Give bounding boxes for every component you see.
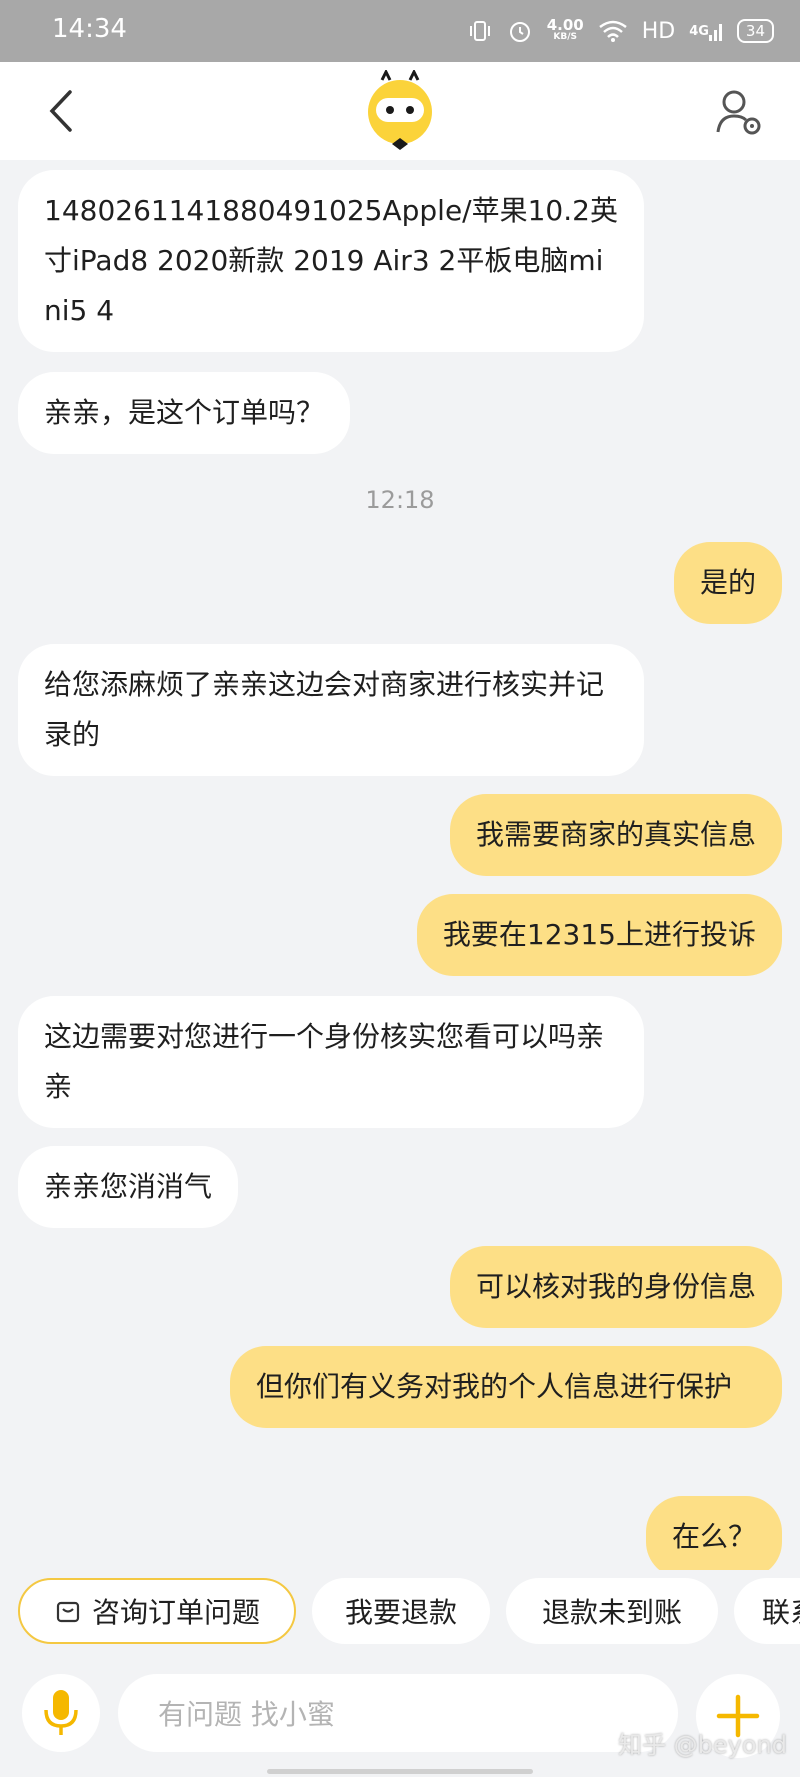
chevron-left-icon — [49, 90, 72, 132]
microphone-icon — [44, 1690, 78, 1735]
quick-reply-bar[interactable]: 咨询订单问题 我要退款 退款未到账 联系 — [0, 1574, 800, 1650]
alarm-icon — [507, 18, 533, 44]
net-speed: 4.00 KB/S — [546, 16, 584, 43]
agent-message-bubble: 亲亲，是这个订单吗？ — [18, 372, 351, 454]
user-message-bubble: 我需要商家的真实信息 — [449, 794, 782, 876]
user-message-bubble: 但你们有义务对我的个人信息进行保护 — [230, 1346, 782, 1428]
signal-icon — [708, 24, 722, 41]
chip-label: 咨询订单问题 — [91, 1596, 260, 1629]
user-message-bubble: 在么？ — [645, 1496, 782, 1570]
net-speed-value: 4.00 — [546, 16, 584, 34]
chip-label: 退款未到账 — [541, 1596, 682, 1629]
status-bar: 14:34 4.00 KB/S HD 4G 34 — [0, 0, 800, 62]
profile-settings-button[interactable] — [712, 86, 766, 140]
chip-contact[interactable]: 联系 — [734, 1578, 800, 1644]
vibrate-icon — [467, 18, 493, 44]
chat-messages[interactable]: 1480261141880491025Apple/苹果10.2英寸iPad8 2… — [0, 160, 800, 1570]
back-button[interactable] — [40, 86, 80, 136]
mascot-logo — [360, 68, 440, 154]
agent-message-bubble: 这边需要对您进行一个身份核实您看可以吗亲亲 — [18, 996, 644, 1128]
message-input[interactable]: 有问题 找小蜜 — [118, 1674, 678, 1752]
chip-label: 我要退款 — [344, 1596, 457, 1629]
user-message-bubble: 我要在12315上进行投诉 — [416, 894, 782, 976]
chat-header — [0, 62, 800, 160]
order-bag-icon — [54, 1597, 82, 1625]
home-indicator[interactable] — [267, 1769, 533, 1774]
agent-message-bubble: 给您添麻烦了亲亲这边会对商家进行核实并记录的 — [18, 644, 644, 776]
agent-message-bubble: 亲亲您消消气 — [18, 1146, 239, 1228]
chip-refund-not-received[interactable]: 退款未到账 — [506, 1578, 718, 1644]
agent-message-bubble: 1480261141880491025Apple/苹果10.2英寸iPad8 2… — [18, 170, 644, 352]
status-time: 14:34 — [52, 14, 127, 44]
voice-button[interactable] — [22, 1674, 100, 1752]
user-settings-icon — [716, 90, 761, 135]
network-label: 4G — [689, 23, 709, 39]
wifi-icon — [598, 19, 628, 43]
message-timestamp: 12:18 — [365, 486, 435, 514]
user-message-bubble: 可以核对我的身份信息 — [449, 1246, 782, 1328]
network-type: 4G — [689, 21, 723, 41]
input-placeholder: 有问题 找小蜜 — [158, 1698, 335, 1731]
battery-indicator: 34 — [736, 19, 774, 43]
hd-label: HD — [641, 18, 676, 44]
user-message-bubble: 是的 — [673, 542, 782, 624]
chip-refund[interactable]: 我要退款 — [312, 1578, 490, 1644]
chip-order-question[interactable]: 咨询订单问题 — [18, 1578, 296, 1644]
battery-level: 34 — [745, 22, 765, 40]
chip-label: 联系 — [762, 1596, 800, 1629]
watermark: 知乎 @beyond — [618, 1731, 787, 1759]
status-icons: 4.00 KB/S HD 4G 34 — [467, 14, 774, 48]
